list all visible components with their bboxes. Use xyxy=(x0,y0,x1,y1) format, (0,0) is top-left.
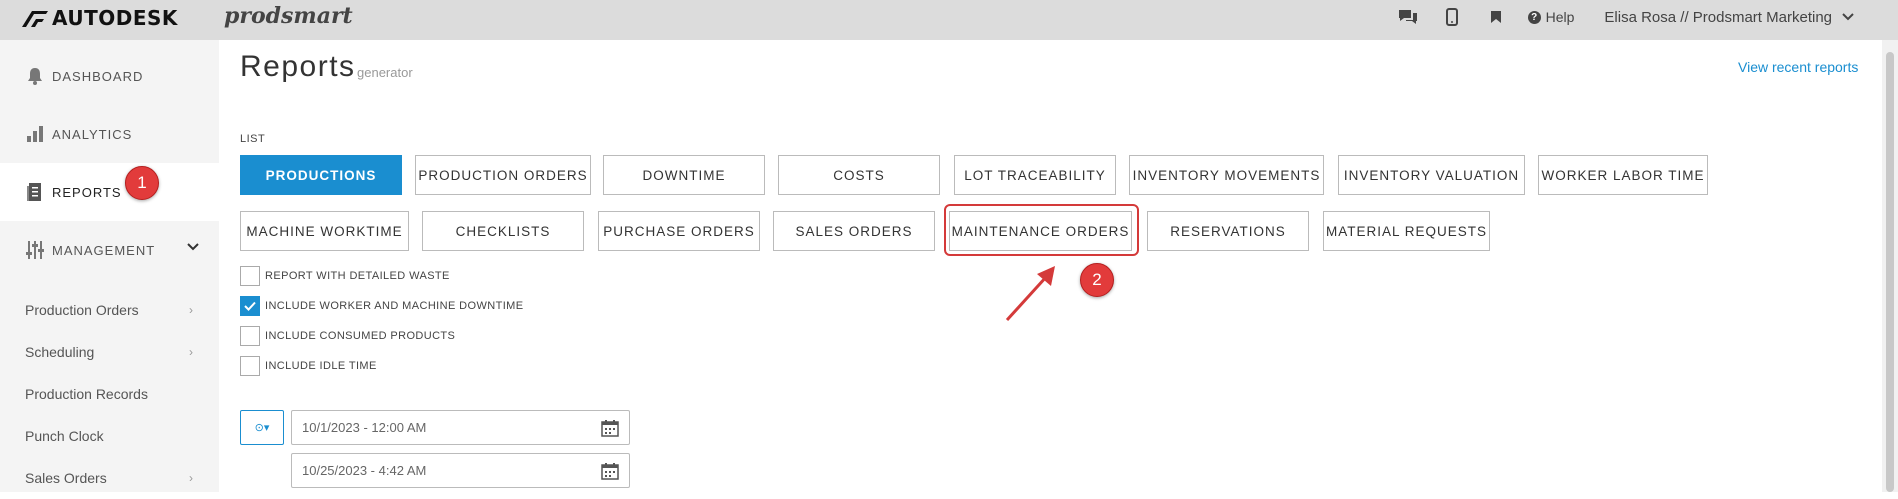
chevron-down-icon xyxy=(1842,13,1854,21)
user-menu[interactable]: Elisa Rosa // Prodsmart Marketing xyxy=(1604,9,1854,26)
option-label: INCLUDE WORKER AND MACHINE DOWNTIME xyxy=(265,300,524,312)
calendar-icon[interactable] xyxy=(601,462,619,480)
sidebar-subitem-punch-clock[interactable]: Punch Clock xyxy=(0,415,219,457)
sidebar-subitem-label: Production Records xyxy=(25,386,148,402)
chat-icon[interactable] xyxy=(1396,5,1420,29)
checkbox[interactable] xyxy=(240,326,260,346)
sidebar-subitem-production-records[interactable]: Production Records xyxy=(0,373,219,415)
calendar-icon[interactable] xyxy=(601,419,619,437)
chevron-right-icon: › xyxy=(189,303,193,317)
report-button-purchase-orders[interactable]: PURCHASE ORDERS xyxy=(598,211,760,251)
annotation-arrow-icon xyxy=(1005,266,1055,322)
sidebar-item-label: MANAGEMENT xyxy=(52,242,156,258)
report-button-production-orders[interactable]: PRODUCTION ORDERS xyxy=(415,155,591,195)
sidebar-item-reports[interactable]: REPORTS xyxy=(0,163,219,221)
date-from-input[interactable]: 10/1/2023 - 12:00 AM xyxy=(291,410,630,445)
option-label: REPORT WITH DETAILED WASTE xyxy=(265,270,450,282)
report-button-inventory-valuation[interactable]: INVENTORY VALUATION xyxy=(1338,155,1525,195)
help-label: Help xyxy=(1545,9,1575,25)
report-button-inventory-movements[interactable]: INVENTORY MOVEMENTS xyxy=(1129,155,1324,195)
sidebar-subitem-label: Production Orders xyxy=(25,302,139,318)
bar-chart-icon xyxy=(24,123,46,145)
product-name: prodsmart xyxy=(224,3,353,29)
scrollbar-thumb[interactable] xyxy=(1886,52,1894,492)
chevron-down-icon xyxy=(187,243,199,251)
bell-icon xyxy=(24,65,46,87)
report-button-material-requests[interactable]: MATERIAL REQUESTS xyxy=(1323,211,1490,251)
option-detailed-waste[interactable]: REPORT WITH DETAILED WASTE xyxy=(240,266,450,286)
brand-name: AUTODESK xyxy=(52,6,178,30)
checkbox-checked[interactable] xyxy=(240,296,260,316)
date-to-value: 10/25/2023 - 4:42 AM xyxy=(302,463,427,478)
sidebar-item-dashboard[interactable]: DASHBOARD xyxy=(0,47,219,105)
date-from-value: 10/1/2023 - 12:00 AM xyxy=(302,420,427,435)
list-label: LIST xyxy=(240,133,266,145)
report-button-checklists[interactable]: CHECKLISTS xyxy=(422,211,584,251)
annotation-badge: 1 xyxy=(125,166,159,200)
top-right-controls: ? Help Elisa Rosa // Prodsmart Marketing xyxy=(1396,0,1854,34)
annotation-highlight-box xyxy=(944,204,1139,256)
sidebar-item-management[interactable]: MANAGEMENT xyxy=(0,221,219,279)
autodesk-mark-icon xyxy=(22,11,48,27)
report-button-machine-worktime[interactable]: MACHINE WORKTIME xyxy=(240,211,409,251)
sidebar-subitem-label: Sales Orders xyxy=(25,470,107,486)
report-button-sales-orders[interactable]: SALES ORDERS xyxy=(773,211,935,251)
autodesk-logo[interactable]: AUTODESK xyxy=(22,6,178,30)
help-link[interactable]: ? Help xyxy=(1527,9,1575,25)
report-icon xyxy=(24,181,46,203)
sidebar-item-label: ANALYTICS xyxy=(52,126,133,142)
sidebar: DASHBOARD ANALYTICS REPORTS MANAGEMENT P… xyxy=(0,40,219,492)
checkmark-icon xyxy=(244,301,256,311)
sidebar-item-label: REPORTS xyxy=(52,184,122,200)
report-button-productions[interactable]: PRODUCTIONS xyxy=(240,155,402,195)
annotation-badge: 2 xyxy=(1080,263,1114,297)
sidebar-subitem-scheduling[interactable]: Scheduling › xyxy=(0,331,219,373)
sliders-icon xyxy=(24,239,46,261)
option-consumed-products[interactable]: INCLUDE CONSUMED PRODUCTS xyxy=(240,326,455,346)
option-label: INCLUDE IDLE TIME xyxy=(265,360,377,372)
question-icon: ? xyxy=(1527,10,1541,24)
option-worker-machine-downtime[interactable]: INCLUDE WORKER AND MACHINE DOWNTIME xyxy=(240,296,523,316)
user-label: Elisa Rosa // Prodsmart Marketing xyxy=(1604,8,1832,26)
sidebar-item-label: DASHBOARD xyxy=(52,68,144,84)
report-button-lot-traceability[interactable]: LOT TRACEABILITY xyxy=(954,155,1116,195)
page-title: Reports xyxy=(240,50,356,83)
sidebar-subitem-label: Punch Clock xyxy=(25,428,104,444)
report-button-reservations[interactable]: RESERVATIONS xyxy=(1147,211,1309,251)
report-button-costs[interactable]: COSTS xyxy=(778,155,940,195)
report-button-downtime[interactable]: DOWNTIME xyxy=(603,155,765,195)
vertical-scrollbar[interactable] xyxy=(1882,40,1898,492)
chevron-right-icon: › xyxy=(189,345,193,359)
top-bar: AUTODESK prodsmart ? Help Elisa Rosa // … xyxy=(0,0,1898,40)
sidebar-subitem-label: Scheduling xyxy=(25,344,95,360)
option-idle-time[interactable]: INCLUDE IDLE TIME xyxy=(240,356,377,376)
chevron-right-icon: › xyxy=(189,471,193,485)
bookmark-icon[interactable] xyxy=(1484,5,1508,29)
checkbox[interactable] xyxy=(240,356,260,376)
date-to-input[interactable]: 10/25/2023 - 4:42 AM xyxy=(291,453,630,488)
report-button-worker-labor-time[interactable]: WORKER LABOR TIME xyxy=(1538,155,1708,195)
checkbox[interactable] xyxy=(240,266,260,286)
page-subtitle: generator xyxy=(357,65,413,80)
sidebar-item-analytics[interactable]: ANALYTICS xyxy=(0,105,219,163)
sidebar-subitem-sales-orders[interactable]: Sales Orders › xyxy=(0,457,219,499)
date-mode-dropdown[interactable]: ⊙▾ xyxy=(240,410,284,445)
option-label: INCLUDE CONSUMED PRODUCTS xyxy=(265,330,456,342)
mobile-icon[interactable] xyxy=(1440,5,1464,29)
sidebar-subitem-production-orders[interactable]: Production Orders › xyxy=(0,289,219,331)
view-recent-reports-link[interactable]: View recent reports xyxy=(1738,59,1858,75)
